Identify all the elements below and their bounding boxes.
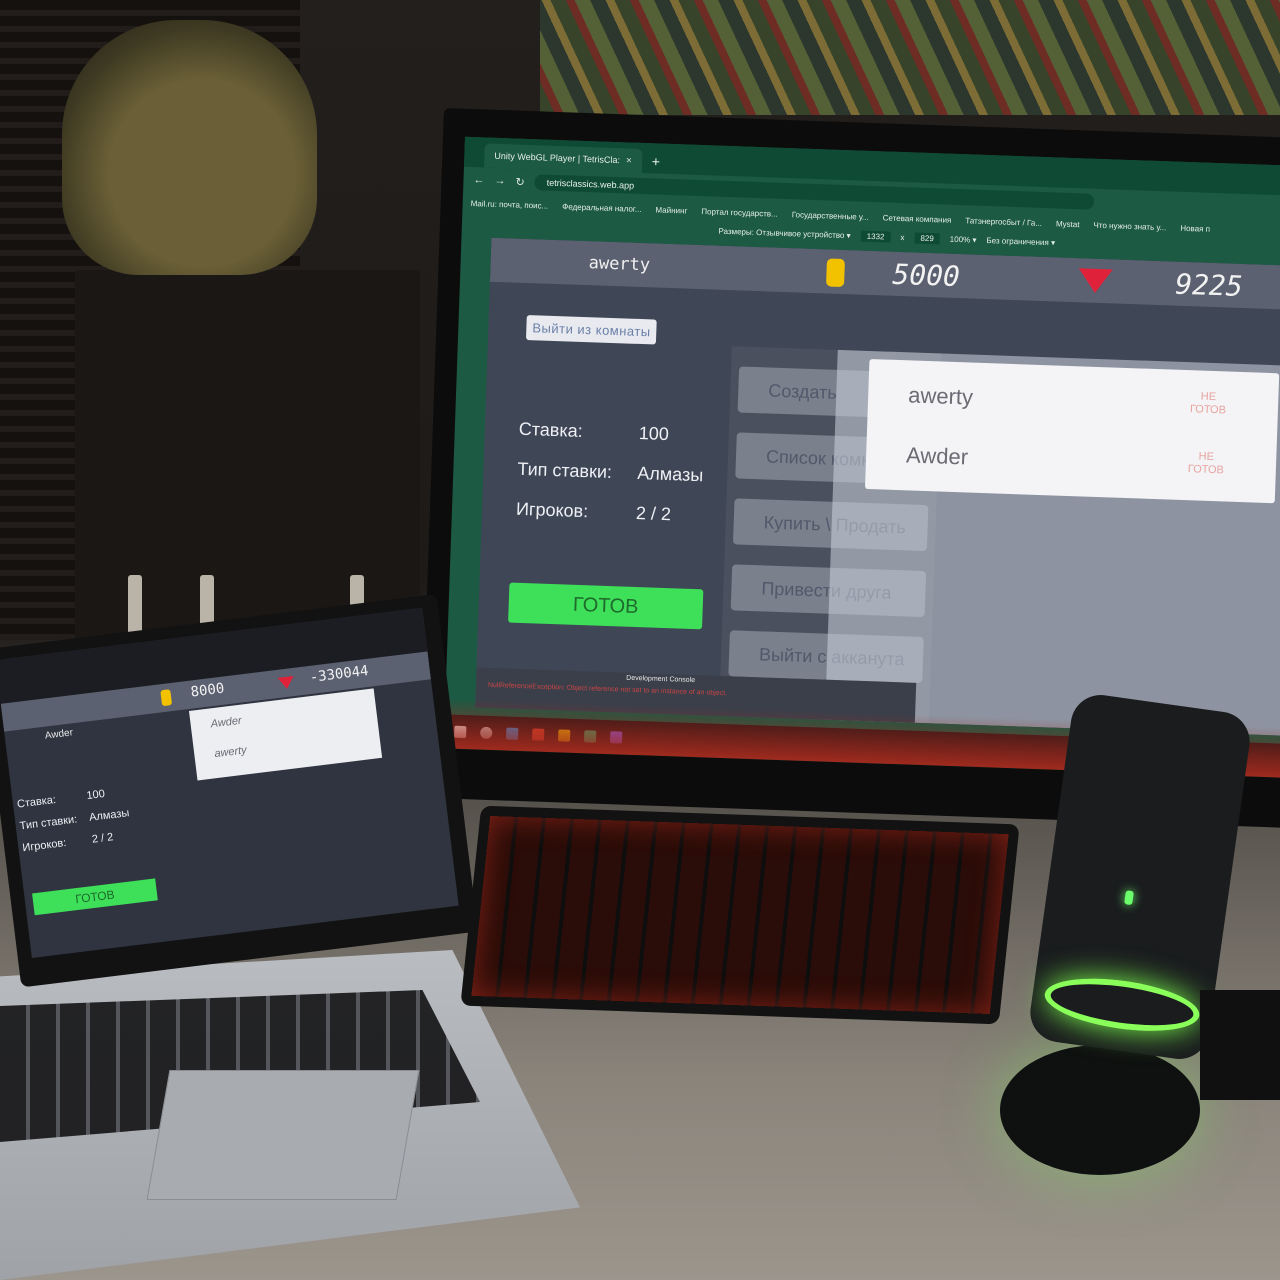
room-players-panel: awerty НЕ ГОТОВ Awder НЕ ГОТОВ — [864, 359, 1280, 504]
bet-type-label: Тип ставки: — [517, 458, 613, 482]
dimension-separator: x — [900, 232, 905, 242]
bookmark-item[interactable]: Портал государств... — [701, 207, 778, 219]
bet-value: 100 — [85, 787, 106, 803]
mic-light-ring — [1041, 970, 1203, 1040]
forward-icon[interactable]: → — [494, 175, 505, 187]
wall-painting — [540, 0, 1280, 115]
laptop-room-info: Ставка: 100 Тип ставки: Алмазы Игроков: 2 /… — [16, 785, 133, 864]
player-status: НЕ ГОТОВ — [1187, 450, 1225, 477]
player-status: НЕ ГОТОВ — [1189, 390, 1227, 417]
players-value: 2 / 2 — [635, 502, 672, 524]
unity-game-canvas[interactable]: awerty 5000 9225 Выйти из комнаты Ставка… — [475, 237, 1280, 737]
players-label: Игроков: — [515, 498, 589, 521]
gem-icon — [277, 675, 295, 690]
zoom-select[interactable]: 100% ▾ — [950, 234, 977, 244]
bookmark-item[interactable]: Новая п — [1180, 223, 1210, 233]
microphone-base — [1000, 1045, 1200, 1175]
coin-icon — [160, 689, 173, 707]
desk-photo: Unity WebGL Player | TetrisCla: × + ← → … — [0, 0, 1280, 1280]
bet-value: 100 — [638, 422, 670, 444]
bookmark-item[interactable]: Что нужно знать у... — [1093, 220, 1166, 232]
coin-balance: 5000 — [891, 257, 961, 294]
gem-balance: 9225 — [1174, 267, 1244, 303]
laptop-trackpad — [146, 1070, 420, 1200]
room-player-name: Awder — [210, 714, 243, 731]
room-player-row: Awder НЕ ГОТОВ — [865, 423, 1277, 499]
bookmark-item[interactable]: Государственные у... — [792, 210, 869, 222]
device-height-input[interactable]: 829 — [914, 232, 940, 244]
ready-button[interactable]: ГОТОВ — [508, 582, 704, 630]
room-player-name: awerty — [907, 382, 974, 410]
laptop-gem-balance: -330044 — [308, 662, 370, 686]
coin-icon — [826, 258, 845, 288]
new-tab-icon[interactable]: + — [652, 153, 661, 169]
device-dimensions-select[interactable]: Размеры: Отзывчивое устройство ▾ — [718, 226, 850, 240]
mechanical-keyboard — [460, 805, 1020, 1025]
player-name: awerty — [588, 253, 651, 276]
monitor-screen: Unity WebGL Player | TetrisCla: × + ← → … — [443, 136, 1280, 779]
mic-status-led — [1124, 890, 1134, 906]
owl-figurine — [62, 20, 317, 275]
leave-room-button[interactable]: Выйти из комнаты — [525, 315, 658, 345]
bet-label: Ставка: — [518, 418, 584, 441]
room-player-name: Awder — [905, 442, 969, 470]
bookmark-item[interactable]: Mail.ru: почта, поис... — [471, 198, 549, 210]
console-title: Development Console — [626, 674, 696, 685]
laptop-player-name: Awder — [44, 727, 74, 742]
keyboard-backlight — [471, 815, 1009, 1015]
laptop-screen: 8000 -330044 Awder Ставка: 100 Тип ставки… — [0, 607, 459, 958]
bet-type-value: Алмазы — [637, 462, 704, 485]
laptop: 8000 -330044 Awder Ставка: 100 Тип ставки… — [0, 593, 479, 988]
bookmark-item[interactable]: Mystat — [1056, 219, 1080, 229]
tab-title: Unity WebGL Player | TetrisCla: — [494, 150, 621, 166]
bookmark-item[interactable]: Федеральная налог... — [562, 202, 642, 214]
room-player-name: awerty — [213, 744, 248, 761]
laptop-coin-balance: 8000 — [189, 680, 226, 701]
close-icon[interactable]: × — [626, 155, 632, 166]
reload-icon[interactable]: ↻ — [515, 175, 525, 188]
bookmark-item[interactable]: Сетевая компания — [883, 213, 952, 224]
desk-device — [1200, 990, 1280, 1100]
room-info: Ставка: 100 Тип ставки: Алмазы Игроков: 2 /… — [515, 409, 705, 535]
laptop-ready-button[interactable]: ГОТОВ — [32, 878, 158, 916]
throttle-select[interactable]: Без ограничения ▾ — [986, 236, 1055, 247]
console-error: NullReferenceException: Object reference… — [487, 681, 728, 698]
bookmark-item[interactable]: Майнинг — [655, 205, 687, 215]
players-value: 2 / 2 — [91, 831, 114, 846]
back-icon[interactable]: ← — [473, 174, 484, 186]
device-width-input[interactable]: 1332 — [860, 230, 891, 243]
gem-icon — [1077, 268, 1113, 294]
bookmark-item[interactable]: Татэнергосбыт / Га... — [965, 216, 1042, 228]
